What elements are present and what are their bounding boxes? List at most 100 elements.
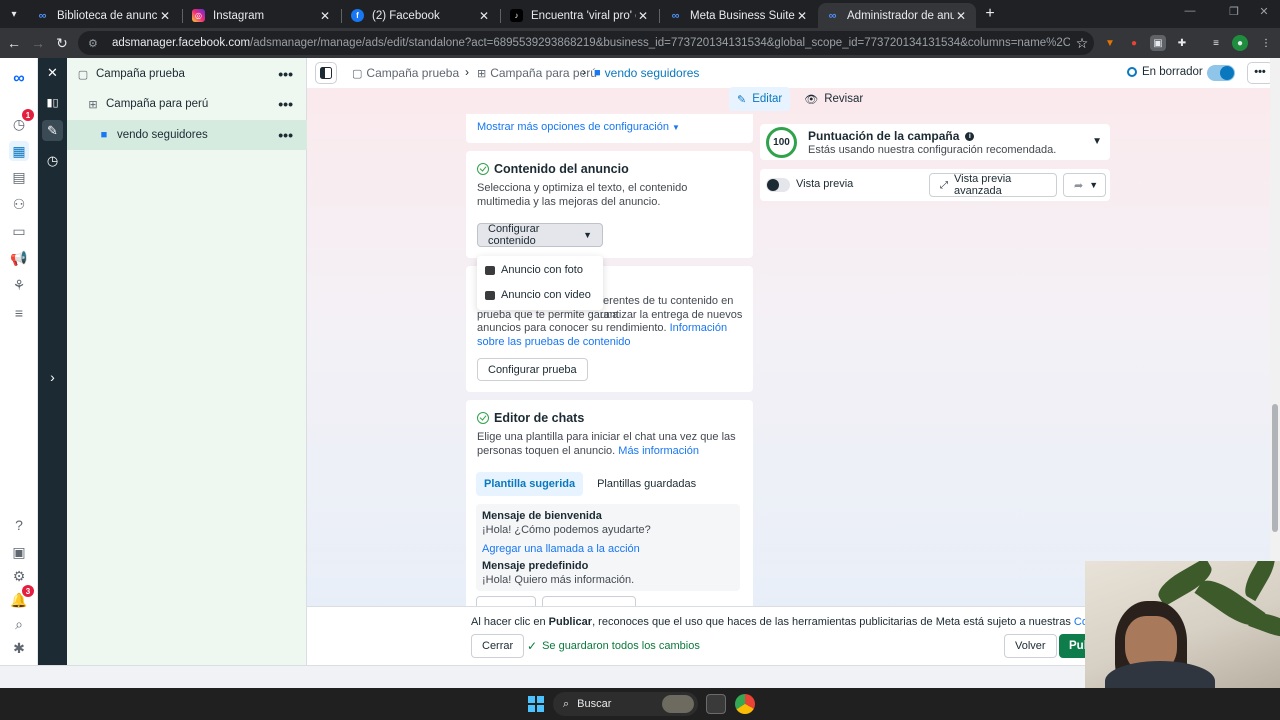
chrome-icon[interactable] (735, 694, 755, 714)
close-icon[interactable]: ✕ (158, 9, 172, 23)
preview-card: Vista previa ⤢ Vista previa avanzada ➦ ▼ (760, 169, 1110, 201)
advanced-preview-button[interactable]: ⤢ Vista previa avanzada (929, 173, 1057, 197)
preview-label: Vista previa (796, 178, 854, 190)
settings-gear-icon[interactable]: ⚙ (9, 566, 29, 586)
browser-menu-icon[interactable]: ⋮ (1258, 35, 1274, 51)
left-nav-rail: ∞ ◷ 1 ▦ ▤ ⚇ ▭ 📢 ⚘ ≡ ? ▣ ⚙ 🔔 3 ⌕ ✱ (0, 58, 38, 665)
edit-button[interactable]: ✎ Editar (729, 87, 791, 111)
tab-tiktok[interactable]: ♪ Encuentra 'viral pro' en TikTok | ✕ (502, 3, 658, 28)
address-bar[interactable]: ⚙ adsmanager.facebook.com/adsmanager/man… (78, 31, 1094, 55)
extension-icon[interactable]: ● (1126, 35, 1142, 51)
minimize-icon[interactable]: — (1180, 5, 1200, 17)
back-button[interactable]: Volver (1004, 634, 1057, 658)
toggle-panel-icon[interactable] (315, 62, 337, 84)
tab-suggested-template[interactable]: Plantilla sugerida (476, 472, 584, 496)
site-info-icon[interactable]: ⚙ (88, 36, 102, 50)
tab-facebook[interactable]: f (2) Facebook ✕ (343, 3, 499, 28)
tab-search-icon[interactable]: ▾ (4, 4, 24, 24)
close-icon[interactable]: ✕ (318, 9, 332, 23)
tab-instagram[interactable]: ◎ Instagram ✕ (184, 3, 340, 28)
reports-icon[interactable]: ▤ (9, 167, 29, 187)
tab-saved-templates[interactable]: Plantillas guardadas (589, 472, 704, 496)
new-tab-button[interactable]: + (980, 4, 1000, 24)
editor-side-strip: ✕ ▮▯ ✎ ◷ › (38, 58, 67, 665)
more-options-icon[interactable]: ••• (278, 66, 293, 82)
tab-title: Administrador de anuncios - Ad (847, 9, 954, 22)
expand-chevron-icon[interactable]: › (42, 366, 63, 387)
browser-toolbar: ← → ↻ ⚙ adsmanager.facebook.com/adsmanag… (0, 28, 1280, 58)
preview-toggle[interactable] (766, 178, 790, 192)
ad-status-toggle[interactable] (1207, 65, 1235, 81)
tab-meta-business-suite[interactable]: ∞ Meta Business Suite ✕ (661, 3, 817, 28)
reload-icon[interactable]: ↻ (52, 33, 72, 53)
more-info-link[interactable]: Más información (618, 445, 699, 457)
welcome-label: Mensaje de bienvenida (482, 510, 602, 522)
caret-down-icon: ▼ (672, 123, 680, 132)
campaigns-table-icon[interactable]: ▦ (9, 141, 29, 161)
back-arrow-icon[interactable]: ← (4, 33, 24, 53)
test-description: prueba que te permite garantizar la entr… (477, 309, 743, 321)
help-icon[interactable]: ? (9, 515, 29, 535)
extension-icon[interactable]: ▣ (1150, 35, 1166, 51)
tree-item-adset[interactable]: ⊞ Campaña para perú ••• (67, 89, 307, 119)
tab-administrador-anuncios[interactable]: ∞ Administrador de anuncios - Ad ✕ (818, 3, 976, 28)
share-button[interactable]: ➦ ▼ (1063, 173, 1106, 197)
review-button[interactable]: 👁 Revisar (796, 87, 871, 111)
search-icon[interactable]: ⌕ (9, 614, 29, 634)
more-options-icon[interactable]: ••• (278, 96, 293, 112)
extensions-puzzle-icon[interactable]: ✚ (1174, 35, 1190, 51)
close-icon[interactable]: ✕ (636, 9, 650, 23)
history-clock-icon[interactable]: ◷ (42, 150, 63, 171)
maximize-icon[interactable]: ❐ (1224, 5, 1244, 18)
campaign-score-card[interactable]: 100 Puntuación de la campaña i Estás usan… (760, 124, 1110, 160)
breadcrumb-adset[interactable]: ⊞ Campaña para perú (477, 66, 597, 80)
pages-icon[interactable]: ▣ (9, 542, 29, 562)
notifications-icon[interactable]: ◷ 1 (9, 109, 34, 134)
draft-ring-icon (1127, 67, 1137, 77)
folder-icon: ▢ (352, 67, 363, 80)
profile-avatar[interactable]: ● (1232, 35, 1248, 51)
edit-pencil-icon[interactable]: ✎ (42, 120, 63, 141)
alerts-bell-icon[interactable]: 🔔 3 (9, 585, 34, 610)
reading-list-icon[interactable]: ≡ (1208, 35, 1224, 51)
tree-item-ad[interactable]: ■ vendo seguidores ••• (67, 120, 307, 150)
tab-biblioteca-anuncios[interactable]: ∞ Biblioteca de anuncios ✕ (28, 3, 180, 28)
bookmark-star-icon[interactable]: ☆ (1070, 35, 1094, 52)
all-tools-icon[interactable]: ≡ (9, 303, 29, 323)
add-cta-link[interactable]: Agregar una llamada a la acción (482, 543, 640, 555)
photo-ad-option[interactable]: Anuncio con foto (485, 259, 583, 281)
events-manager-icon[interactable]: ⚘ (9, 275, 29, 295)
close-icon[interactable]: ✕ (477, 9, 491, 23)
settings-card: Mostrar más opciones de configuración ▼ (466, 114, 753, 143)
tree-item-campaign[interactable]: ▢ Campaña prueba ••• (67, 59, 307, 89)
close-icon[interactable]: ✕ (795, 9, 809, 23)
meta-logo-icon[interactable]: ∞ (9, 69, 29, 89)
configure-content-button[interactable]: Configurar contenido ▼ (477, 223, 603, 247)
score-title: Puntuación de la campaña i (808, 129, 975, 143)
breadcrumb-ad[interactable]: ■ vendo seguidores (594, 66, 699, 80)
extension-icon[interactable]: ▼ (1102, 35, 1118, 51)
more-options-icon[interactable]: ••• (278, 127, 293, 143)
configure-test-button[interactable]: Configurar prueba (477, 358, 588, 381)
breadcrumb-campaign[interactable]: ▢ Campaña prueba (352, 66, 459, 80)
close-button[interactable]: Cerrar (471, 634, 525, 658)
audiences-icon[interactable]: ⚇ (9, 194, 29, 214)
pencil-icon: ✎ (737, 93, 747, 106)
billing-card-icon[interactable]: ▭ (9, 221, 29, 241)
info-icon[interactable]: i (965, 131, 975, 141)
megaphone-icon[interactable]: 📢 (9, 248, 29, 268)
window-close-icon[interactable]: ✕ (1254, 5, 1274, 18)
windows-start-icon[interactable] (528, 696, 544, 712)
video-ad-option[interactable]: Anuncio con video (485, 284, 591, 306)
charts-icon[interactable]: ▮▯ (42, 92, 63, 113)
close-icon[interactable]: ✕ (954, 9, 968, 23)
taskbar-search[interactable]: ⌕ Buscar (553, 692, 698, 716)
close-editor-icon[interactable]: ✕ (42, 62, 63, 83)
forward-arrow-icon[interactable]: → (28, 33, 48, 53)
bug-report-icon[interactable]: ✱ (9, 638, 29, 658)
caret-down-icon[interactable]: ▼ (1092, 136, 1102, 147)
ad-content-description: Selecciona y optimiza el texto, el conte… (477, 182, 688, 208)
task-view-icon[interactable] (706, 694, 726, 714)
webcam-overlay (1085, 561, 1280, 688)
more-settings-link[interactable]: Mostrar más opciones de configuración ▼ (477, 121, 680, 133)
